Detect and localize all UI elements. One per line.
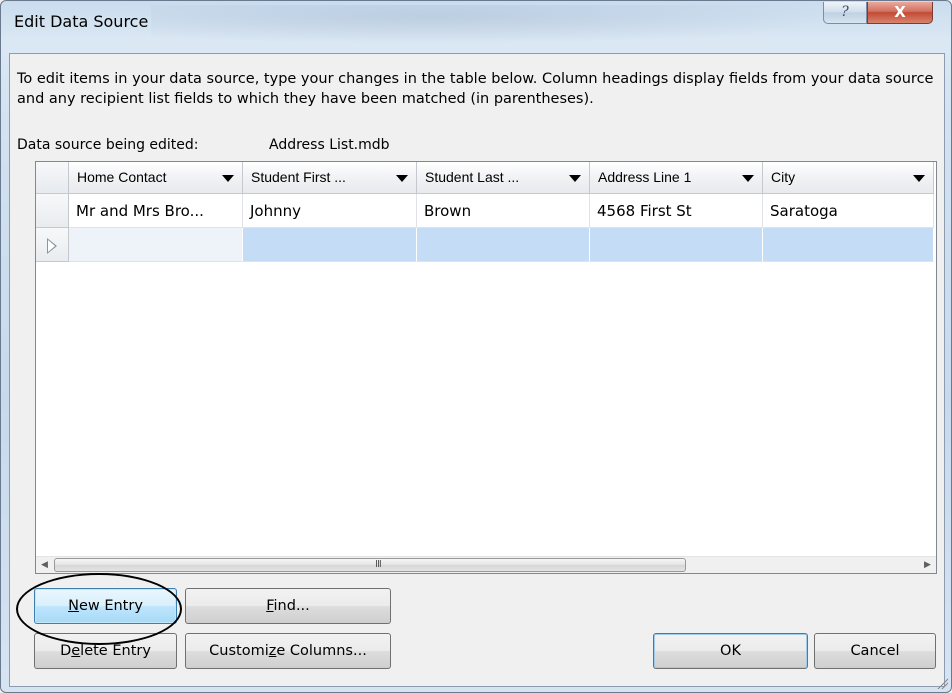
horizontal-scrollbar[interactable]: ◀ III ▶ [36,556,936,573]
table-cell-address-line-1[interactable]: 4568 First St [590,194,763,228]
current-row-arrow-icon [47,238,57,254]
table-cell-student-last[interactable]: Brown [417,194,590,228]
column-header-city[interactable]: City [763,162,934,194]
table-cell-home-contact[interactable]: Mr and Mrs Bro... [69,194,243,228]
dropdown-arrow-icon[interactable] [222,175,234,182]
dropdown-arrow-icon[interactable] [742,175,754,182]
column-header-student-first[interactable]: Student First ... [243,162,417,194]
dropdown-arrow-icon[interactable] [396,175,408,182]
access-key: N [68,598,79,614]
table-cell-empty[interactable] [417,228,590,262]
access-key: e [71,643,81,659]
title-bar-background [151,5,851,45]
dropdown-arrow-icon[interactable] [569,175,581,182]
table-cell-city[interactable]: Saratoga [763,194,934,228]
new-entry-button[interactable]: New Entry [34,588,177,624]
column-header-label: Home Contact [77,169,167,185]
column-header-label: Address Line 1 [598,169,692,185]
table-cell-empty[interactable] [243,228,417,262]
button-label-part: D [60,643,72,659]
ok-button[interactable]: OK [653,633,808,669]
close-button[interactable]: X [867,2,933,24]
table-cell-empty[interactable] [763,228,934,262]
button-label-part: ew Entry [78,598,143,614]
column-header-address-line-1[interactable]: Address Line 1 [590,162,763,194]
grid-corner-header[interactable] [36,162,69,194]
scroll-right-arrow-icon[interactable]: ▶ [919,557,936,573]
resize-grip-icon[interactable] [936,677,948,689]
help-button[interactable]: ? [823,2,867,24]
table-cell-student-first[interactable]: Johnny [243,194,417,228]
scrollbar-grip-icon: III [375,559,382,570]
column-header-student-last[interactable]: Student Last ... [417,162,590,194]
button-label-part: Customi [209,643,269,659]
grid-header-row: Home Contact Student First ... Student L… [36,162,936,194]
data-grid[interactable]: Home Contact Student First ... Student L… [35,161,937,574]
row-header[interactable] [36,228,69,262]
scrollbar-thumb[interactable]: III [54,558,686,572]
row-header[interactable] [36,194,69,228]
find-button[interactable]: Find... [185,588,391,624]
dropdown-arrow-icon[interactable] [913,175,925,182]
dialog-title: Edit Data Source [14,12,149,31]
table-cell-empty[interactable] [69,228,243,262]
access-key: F [266,598,274,614]
column-header-label: Student Last ... [425,169,520,185]
instructions-text: To edit items in your data source, type … [17,71,934,107]
data-source-filename: Address List.mdb [269,137,390,153]
data-source-label: Data source being edited: [17,137,199,153]
cancel-button[interactable]: Cancel [814,633,936,669]
button-label-part: lete Entry [80,643,151,659]
button-label-part: ind... [273,598,310,614]
customize-columns-button[interactable]: Customize Columns... [185,633,391,669]
table-cell-empty[interactable] [590,228,763,262]
table-row[interactable]: Mr and Mrs Bro... Johnny Brown 4568 Firs… [36,194,936,228]
button-label-part: e Columns... [276,643,367,659]
column-header-home-contact[interactable]: Home Contact [69,162,243,194]
column-header-label: Student First ... [251,169,346,185]
new-entry-row[interactable] [36,228,936,262]
edit-data-source-dialog: Edit Data Source ? X To edit items in yo… [0,0,952,693]
delete-entry-button[interactable]: Delete Entry [34,633,177,669]
column-header-label: City [771,169,796,185]
scroll-left-arrow-icon[interactable]: ◀ [36,557,53,573]
